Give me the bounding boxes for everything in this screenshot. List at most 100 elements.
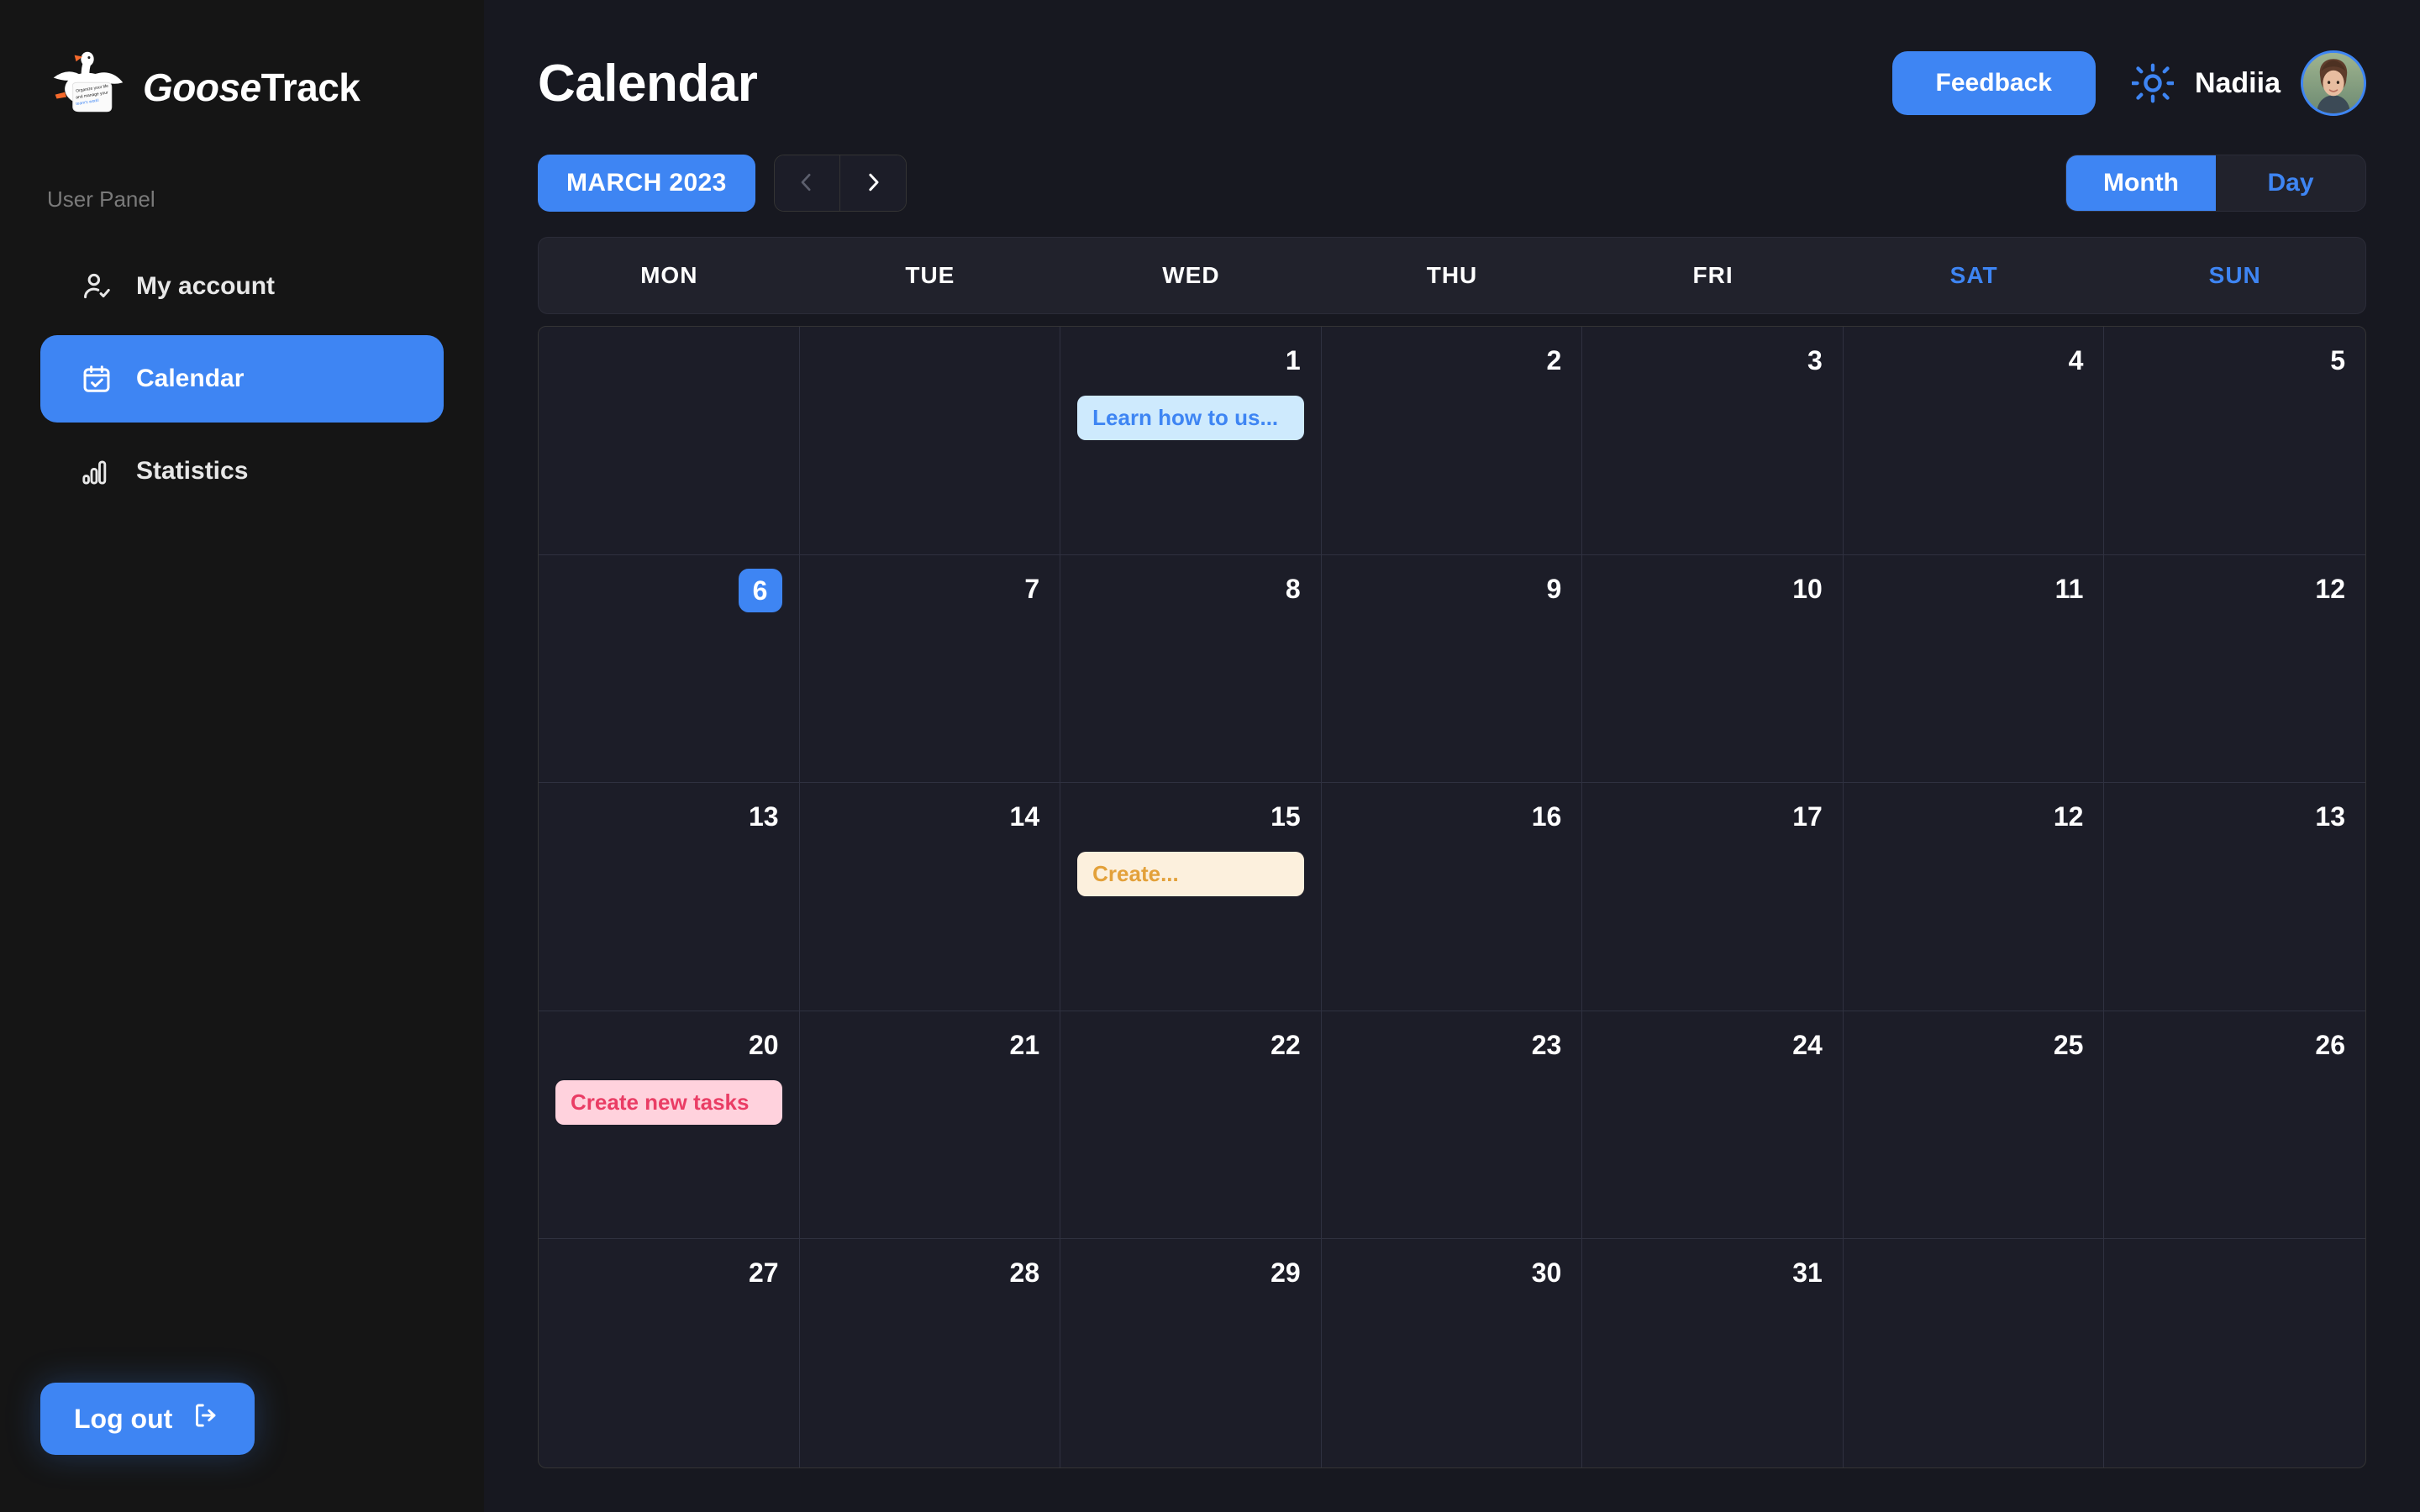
calendar-day-number: 17 — [1792, 801, 1823, 832]
calendar-day-cell[interactable]: 27 — [539, 1239, 800, 1467]
chevron-left-icon — [794, 170, 819, 197]
task-chip[interactable]: Create new tasks — [555, 1079, 782, 1125]
weekday-sun: SUN — [2208, 262, 2261, 288]
calendar-day-cell[interactable]: 21 — [799, 1011, 1061, 1240]
calendar-day-cell[interactable]: 16 — [1321, 783, 1583, 1011]
calendar-check-icon — [77, 360, 116, 398]
weekday-thu: THU — [1426, 262, 1478, 288]
sidebar-item-calendar[interactable]: Calendar — [40, 335, 444, 423]
calendar-day-number: 30 — [1531, 1257, 1562, 1289]
calendar-day-cell[interactable]: 26 — [2104, 1011, 2365, 1240]
calendar-day-cell[interactable]: 5 — [2104, 327, 2365, 555]
user-menu[interactable]: Nadiia — [2131, 50, 2366, 116]
calendar-day-cell[interactable]: 28 — [800, 1239, 1061, 1467]
avatar[interactable] — [2301, 50, 2366, 116]
app-root: Organize your life and manage your team'… — [0, 0, 2420, 1512]
calendar-day-cell[interactable] — [1844, 1239, 2105, 1467]
user-check-icon — [77, 267, 116, 306]
calendar-day-cell[interactable]: 17 — [1582, 783, 1844, 1011]
calendar-day-cell[interactable] — [539, 327, 800, 555]
sidebar-nav: My account Calendar Statistics — [0, 243, 484, 515]
view-toggle: Month Day — [2065, 155, 2366, 212]
calendar-day-number: 7 — [1024, 573, 1040, 604]
calendar-day-number: 29 — [1270, 1257, 1301, 1289]
brand-name-track: Track — [260, 66, 360, 109]
calendar-day-cell[interactable]: 29 — [1060, 1239, 1322, 1467]
view-toggle-day[interactable]: Day — [2216, 155, 2365, 211]
calendar-day-cell[interactable]: 12 — [1843, 783, 2105, 1011]
calendar-day-cell[interactable]: 12 — [2104, 555, 2365, 784]
calendar-day-cell[interactable]: 7 — [799, 554, 1061, 784]
calendar-day-cell[interactable] — [799, 327, 1061, 555]
calendar-day-cell[interactable]: 3 — [1582, 327, 1844, 555]
calendar-day-number: 28 — [1009, 1257, 1040, 1289]
calendar-day-number: 5 — [2330, 345, 2345, 375]
calendar-day-cell[interactable]: 25 — [1843, 1011, 2105, 1240]
logout-button[interactable]: Log out — [40, 1383, 255, 1455]
brand-name-goose: Goose — [143, 66, 261, 109]
calendar-day-cell[interactable]: 11 — [1843, 554, 2105, 784]
view-toggle-month[interactable]: Month — [2066, 155, 2216, 211]
calendar-day-cell[interactable]: 9 — [1321, 554, 1583, 784]
next-period-button[interactable] — [839, 155, 906, 211]
task-chip-list: Create... — [1077, 852, 1304, 897]
calendar-day-cell[interactable]: 2 — [1321, 327, 1583, 555]
calendar-day-cell[interactable]: 6 — [539, 554, 800, 784]
brand-name: GooseTrack — [143, 65, 360, 110]
chevron-right-icon — [860, 170, 886, 197]
sidebar-item-my-account[interactable]: My account — [40, 243, 444, 330]
logout-button-label: Log out — [74, 1403, 173, 1434]
logout-arrow-icon — [191, 1400, 221, 1437]
calendar-day-number: 8 — [1285, 573, 1301, 604]
calendar-day-number: 12 — [2315, 573, 2345, 604]
task-chip-list: Create new tasks — [555, 1079, 782, 1125]
brand-logo[interactable]: Organize your life and manage your team'… — [0, 0, 484, 128]
calendar-day-cell[interactable]: 14 — [799, 783, 1061, 1011]
calendar-day-number: 15 — [1270, 801, 1301, 832]
calendar-day-number: 16 — [1531, 801, 1562, 832]
sidebar-item-label: Calendar — [136, 365, 245, 392]
calendar-day-number: 13 — [2315, 801, 2345, 832]
weekday-sat: SAT — [1949, 262, 1998, 288]
period-navigation: MARCH 2023 — [538, 155, 907, 212]
calendar-day-number: 14 — [1009, 801, 1040, 832]
weekday-fri: FRI — [1692, 262, 1733, 288]
task-chip[interactable]: Create... — [1077, 852, 1304, 897]
calendar-day-cell[interactable]: 24 — [1582, 1011, 1844, 1240]
weekday-header: MON TUE WED THU FRI SAT SUN — [538, 237, 2366, 314]
sidebar-item-statistics[interactable]: Statistics — [40, 428, 444, 515]
calendar-day-number: 25 — [2053, 1029, 2084, 1060]
calendar-day-cell[interactable]: 10 — [1582, 554, 1844, 784]
calendar-day-cell[interactable]: 15 Create... — [1060, 783, 1322, 1011]
calendar-day-cell[interactable]: 30 — [1322, 1239, 1583, 1467]
username-label: Nadiia — [2194, 66, 2281, 99]
calendar-day-number: 24 — [1792, 1029, 1823, 1060]
sidebar: Organize your life and manage your team'… — [0, 0, 484, 1512]
calendar-day-cell[interactable]: 8 — [1060, 554, 1322, 784]
calendar-day-cell[interactable]: 20 Create new tasks — [539, 1011, 800, 1240]
calendar-day-cell[interactable]: 31 — [1582, 1239, 1844, 1467]
calendar-day-cell[interactable] — [2104, 1239, 2365, 1467]
month-arrows — [773, 155, 907, 212]
sun-icon[interactable] — [2131, 61, 2175, 105]
calendar-controls: MARCH 2023 Month Day — [538, 155, 2366, 212]
task-chip-list: Learn how to us... — [1077, 396, 1304, 440]
calendar-day-number: 12 — [2053, 801, 2084, 832]
top-bar: Calendar Feedback Nadiia — [538, 37, 2366, 129]
top-bar-actions: Feedback Nadiia — [1891, 50, 2366, 116]
calendar-day-cell[interactable]: 13 — [539, 783, 800, 1011]
sidebar-item-label: My account — [136, 272, 276, 300]
calendar-day-cell[interactable]: 22 — [1060, 1011, 1322, 1240]
calendar-day-cell[interactable]: 1 Learn how to us... — [1060, 327, 1322, 555]
calendar-day-cell[interactable]: 13 — [2104, 783, 2365, 1011]
feedback-button[interactable]: Feedback — [1891, 51, 2096, 115]
calendar-day-cell[interactable]: 23 — [1321, 1011, 1583, 1240]
calendar-day-cell[interactable]: 4 — [1843, 327, 2105, 555]
weekday-wed: WED — [1162, 262, 1220, 288]
task-chip[interactable]: Learn how to us... — [1077, 396, 1304, 440]
calendar-day-number: 10 — [1792, 573, 1823, 604]
page-title: Calendar — [538, 54, 758, 113]
current-period-button[interactable]: MARCH 2023 — [538, 155, 755, 212]
previous-period-button[interactable] — [774, 155, 840, 211]
calendar-day-number: 26 — [2315, 1029, 2345, 1060]
